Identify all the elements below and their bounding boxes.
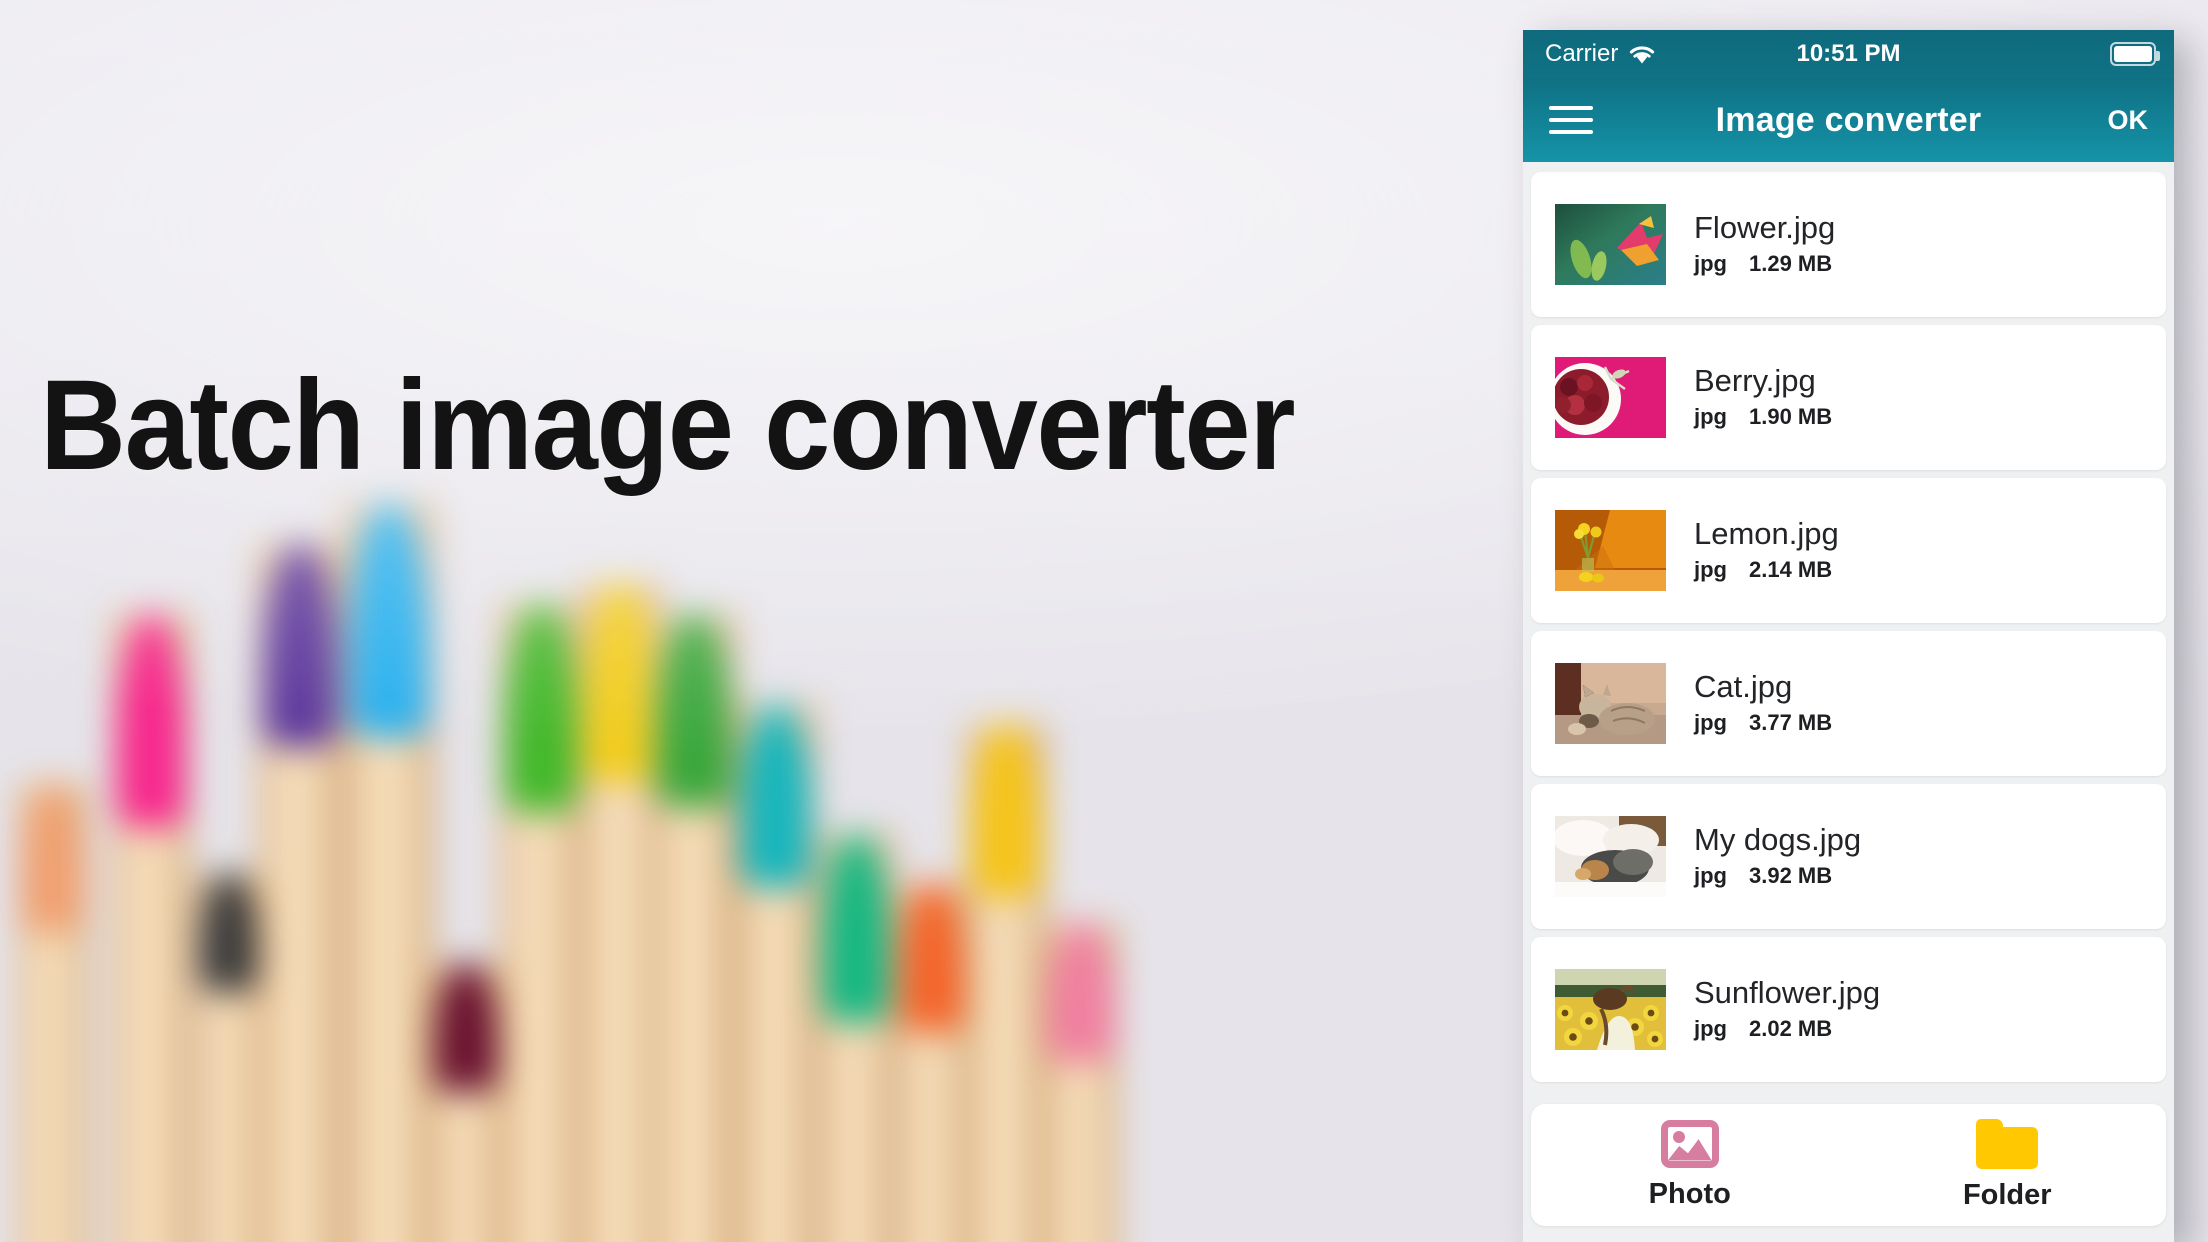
pencil — [736, 702, 816, 1242]
pencil — [652, 612, 736, 1242]
sunflower-thumbnail — [1555, 969, 1666, 1050]
photo-button[interactable]: Photo — [1531, 1119, 1849, 1211]
file-type: jpg — [1694, 863, 1727, 888]
file-size: 2.14 MB — [1749, 557, 1833, 582]
cat-thumbnail — [1555, 663, 1666, 744]
file-sub: jpg 3.77 MB — [1694, 710, 1832, 736]
pencil — [966, 722, 1046, 1242]
folder-icon — [1976, 1118, 2039, 1169]
pencil — [896, 882, 968, 1242]
file-list-item[interactable]: Cat.jpg jpg 3.77 MB — [1531, 631, 2166, 776]
bottom-action-bar: Photo Folder — [1531, 1104, 2166, 1226]
photo-icon — [1660, 1119, 1719, 1168]
file-list-item[interactable]: My dogs.jpg jpg 3.92 MB — [1531, 784, 2166, 929]
file-list-item[interactable]: Berry.jpg jpg 1.90 MB — [1531, 325, 2166, 470]
wifi-icon — [1630, 46, 1655, 63]
file-meta: Berry.jpg jpg 1.90 MB — [1694, 365, 1832, 430]
pencil — [1044, 922, 1118, 1242]
file-meta: Lemon.jpg jpg 2.14 MB — [1694, 518, 1839, 583]
folder-button-label: Folder — [1962, 1178, 2052, 1211]
carrier-group: Carrier — [1545, 40, 1656, 68]
pencil — [500, 602, 582, 1242]
carrier-label: Carrier — [1545, 40, 1619, 67]
pencil — [18, 782, 88, 1242]
file-name: Flower.jpg — [1694, 210, 1836, 245]
file-sub: jpg 3.92 MB — [1694, 863, 1861, 889]
file-sub: jpg 2.02 MB — [1694, 1016, 1880, 1042]
file-meta: Sunflower.jpg jpg 2.02 MB — [1694, 977, 1880, 1042]
file-type: jpg — [1694, 251, 1727, 276]
app-bar-title: Image converter — [1715, 100, 1982, 139]
pencil — [430, 962, 502, 1242]
file-list[interactable]: Flower.jpg jpg 1.29 MB Berry.jpg jpg 1.9… — [1523, 162, 2174, 1094]
pencil — [818, 832, 894, 1242]
status-bar: Carrier 10:51 PM — [1523, 30, 2174, 78]
file-meta: My dogs.jpg jpg 3.92 MB — [1694, 824, 1861, 889]
file-type: jpg — [1694, 557, 1727, 582]
screenshot-root: Batch image converter Carrier 10:51 PM I… — [0, 0, 2208, 1242]
file-list-item[interactable]: Sunflower.jpg jpg 2.02 MB — [1531, 937, 2166, 1082]
file-size: 1.90 MB — [1749, 404, 1833, 429]
phone-screen: Carrier 10:51 PM Image converter OK Flow… — [1523, 30, 2174, 1242]
file-size: 3.92 MB — [1749, 863, 1833, 888]
file-size: 3.77 MB — [1749, 710, 1833, 735]
file-name: Lemon.jpg — [1694, 516, 1839, 551]
hamburger-menu-icon[interactable] — [1549, 106, 1593, 134]
ok-button[interactable]: OK — [2108, 105, 2149, 136]
photo-button-label: Photo — [1648, 1177, 1731, 1210]
file-size: 2.02 MB — [1749, 1016, 1833, 1041]
pencil — [196, 872, 262, 1242]
file-type: jpg — [1694, 710, 1727, 735]
pencil — [258, 542, 342, 1242]
file-list-item[interactable]: Lemon.jpg jpg 2.14 MB — [1531, 478, 2166, 623]
file-type: jpg — [1694, 1016, 1727, 1041]
file-sub: jpg 1.29 MB — [1694, 251, 1835, 277]
file-name: My dogs.jpg — [1694, 822, 1862, 857]
berry-thumbnail — [1555, 357, 1666, 438]
pencil — [112, 612, 190, 1242]
pencil — [578, 582, 662, 1242]
file-sub: jpg 1.90 MB — [1694, 404, 1832, 430]
file-meta: Cat.jpg jpg 3.77 MB — [1694, 671, 1832, 736]
folder-button[interactable]: Folder — [1849, 1118, 2167, 1212]
battery-full-icon — [2110, 42, 2160, 66]
file-name: Sunflower.jpg — [1694, 975, 1881, 1010]
file-size: 1.29 MB — [1749, 251, 1833, 276]
file-name: Cat.jpg — [1694, 669, 1793, 704]
dogs-thumbnail — [1555, 816, 1666, 897]
lemon-thumbnail — [1555, 510, 1666, 591]
file-sub: jpg 2.14 MB — [1694, 557, 1839, 583]
file-type: jpg — [1694, 404, 1727, 429]
pencil — [344, 502, 434, 1242]
page-title: Batch image converter — [40, 354, 1296, 497]
app-bar: Image converter OK — [1523, 78, 2174, 162]
file-name: Berry.jpg — [1694, 363, 1816, 398]
flower-thumbnail — [1555, 204, 1666, 285]
file-list-item[interactable]: Flower.jpg jpg 1.29 MB — [1531, 172, 2166, 317]
file-meta: Flower.jpg jpg 1.29 MB — [1694, 212, 1835, 277]
